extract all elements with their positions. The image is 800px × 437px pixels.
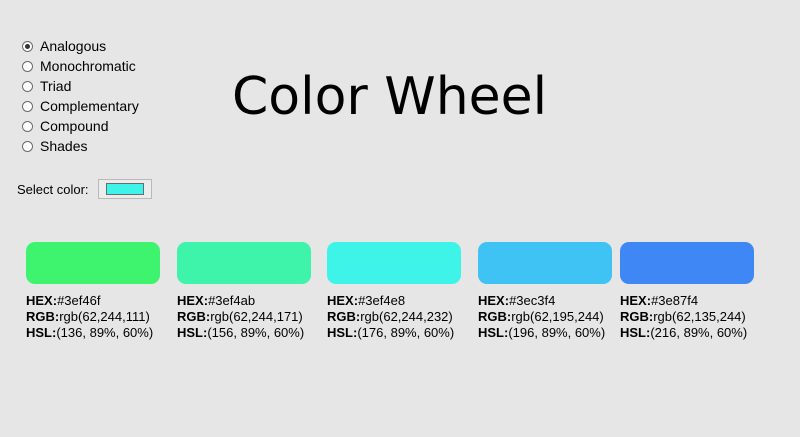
radio-option-monochromatic[interactable]: Monochromatic (22, 56, 139, 76)
hex-line: HEX:#3e87f4 (620, 293, 754, 309)
radio-button-compound[interactable] (22, 120, 33, 132)
radio-button-shades[interactable] (22, 140, 33, 152)
hex-label: HEX: (478, 293, 510, 308)
color-swatch (620, 242, 754, 284)
rgb-line: RGB:rgb(62,244,111) (26, 309, 160, 325)
swatch-info: HEX:#3e87f4 RGB:rgb(62,135,244) HSL:(216… (620, 293, 754, 341)
hsl-value: (196, 89%, 60%) (508, 325, 606, 340)
page-title: Color Wheel (232, 67, 548, 127)
swatch-info: HEX:#3ef4ab RGB:rgb(62,244,171) HSL:(156… (177, 293, 311, 341)
swatch-card: HEX:#3ec3f4 RGB:rgb(62,195,244) HSL:(196… (478, 242, 612, 341)
radio-button-triad[interactable] (22, 80, 33, 92)
hex-value: #3e87f4 (651, 293, 699, 308)
rgb-label: RGB: (620, 309, 654, 324)
swatch-card: HEX:#3ef4ab RGB:rgb(62,244,171) HSL:(156… (177, 242, 311, 341)
rgb-value: rgb(62,244,111) (59, 309, 150, 324)
radio-label-monochromatic: Monochromatic (40, 58, 136, 74)
hex-value: #3ef46f (57, 293, 101, 308)
color-swatch (26, 242, 160, 284)
hsl-line: HSL:(196, 89%, 60%) (478, 325, 612, 341)
color-swatch (177, 242, 311, 284)
hsl-label: HSL: (26, 325, 57, 340)
hsl-line: HSL:(156, 89%, 60%) (177, 325, 311, 341)
hex-line: HEX:#3ef46f (26, 293, 160, 309)
hsl-value: (156, 89%, 60%) (207, 325, 305, 340)
radio-label-triad: Triad (40, 78, 72, 94)
rgb-label: RGB: (478, 309, 512, 324)
radio-label-compound: Compound (40, 118, 109, 134)
hsl-label: HSL: (177, 325, 208, 340)
color-swatch (478, 242, 612, 284)
hsl-value: (176, 89%, 60%) (357, 325, 455, 340)
hsl-line: HSL:(216, 89%, 60%) (620, 325, 754, 341)
swatch-info: HEX:#3ec3f4 RGB:rgb(62,195,244) HSL:(196… (478, 293, 612, 341)
scheme-radio-group: Analogous Monochromatic Triad Complement… (22, 36, 139, 156)
hex-value: #3ef4e8 (358, 293, 406, 308)
hsl-label: HSL: (327, 325, 358, 340)
rgb-line: RGB:rgb(62,135,244) (620, 309, 754, 325)
rgb-line: RGB:rgb(62,244,232) (327, 309, 461, 325)
swatch-info: HEX:#3ef46f RGB:rgb(62,244,111) HSL:(136… (26, 293, 160, 341)
rgb-value: rgb(62,244,171) (210, 309, 303, 324)
color-picker-swatch (105, 183, 144, 195)
select-color-label: Select color: (17, 181, 89, 197)
hex-value: #3ec3f4 (509, 293, 556, 308)
swatch-card: HEX:#3ef4e8 RGB:rgb(62,244,232) HSL:(176… (327, 242, 461, 341)
radio-option-shades[interactable]: Shades (22, 136, 139, 156)
hsl-value: (136, 89%, 60%) (56, 325, 154, 340)
hex-label: HEX: (620, 293, 652, 308)
hsl-value: (216, 89%, 60%) (650, 325, 748, 340)
radio-option-analogous[interactable]: Analogous (22, 36, 139, 56)
rgb-line: RGB:rgb(62,195,244) (478, 309, 612, 325)
rgb-value: rgb(62,135,244) (653, 309, 746, 324)
hsl-line: HSL:(176, 89%, 60%) (327, 325, 461, 341)
hex-line: HEX:#3ef4e8 (327, 293, 461, 309)
radio-option-triad[interactable]: Triad (22, 76, 139, 96)
radio-label-analogous: Analogous (40, 38, 107, 54)
radio-button-complementary[interactable] (22, 100, 33, 112)
swatch-card: HEX:#3ef46f RGB:rgb(62,244,111) HSL:(136… (26, 242, 160, 341)
radio-option-complementary[interactable]: Complementary (22, 96, 139, 116)
radio-option-compound[interactable]: Compound (22, 116, 139, 136)
hex-label: HEX: (177, 293, 209, 308)
color-swatch (327, 242, 461, 284)
radio-label-shades: Shades (40, 138, 88, 154)
swatch-info: HEX:#3ef4e8 RGB:rgb(62,244,232) HSL:(176… (327, 293, 461, 341)
rgb-value: rgb(62,195,244) (511, 309, 604, 324)
swatch-card: HEX:#3e87f4 RGB:rgb(62,135,244) HSL:(216… (620, 242, 754, 341)
radio-label-complementary: Complementary (40, 98, 139, 114)
color-picker-input[interactable] (97, 179, 152, 199)
rgb-label: RGB: (327, 309, 361, 324)
rgb-value: rgb(62,244,232) (360, 309, 453, 324)
radio-button-monochromatic[interactable] (22, 60, 33, 72)
hsl-label: HSL: (478, 325, 509, 340)
hex-label: HEX: (327, 293, 359, 308)
hsl-label: HSL: (620, 325, 651, 340)
hsl-line: HSL:(136, 89%, 60%) (26, 325, 160, 341)
hex-label: HEX: (26, 293, 58, 308)
color-select-row: Select color: (17, 179, 152, 199)
hex-line: HEX:#3ec3f4 (478, 293, 612, 309)
hex-line: HEX:#3ef4ab (177, 293, 311, 309)
rgb-line: RGB:rgb(62,244,171) (177, 309, 311, 325)
radio-button-analogous[interactable] (22, 40, 33, 52)
rgb-label: RGB: (177, 309, 211, 324)
hex-value: #3ef4ab (208, 293, 256, 308)
rgb-label: RGB: (26, 309, 60, 324)
